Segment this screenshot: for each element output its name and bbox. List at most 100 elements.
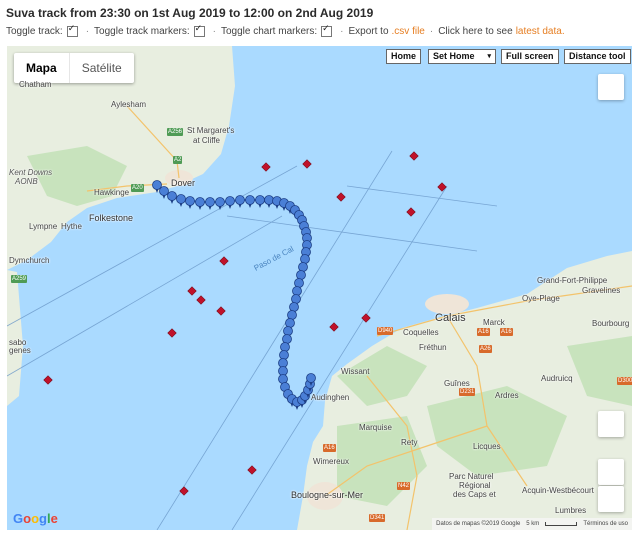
google-logo: Google <box>13 511 58 526</box>
scale-label: 5 km <box>526 521 540 527</box>
vessel-track <box>156 184 312 403</box>
chart-marker-diamond[interactable] <box>336 192 346 202</box>
zoom-out-icon[interactable] <box>598 486 624 512</box>
chart-marker-diamond[interactable] <box>247 465 257 475</box>
place-acquin: Acquin-Westbécourt <box>522 486 594 495</box>
distance-tool-button[interactable]: Distance tool <box>564 49 631 64</box>
scale-bar <box>545 522 578 526</box>
place-lumbres: Lumbres <box>555 506 587 515</box>
street-view-pegman-icon[interactable] <box>598 411 624 437</box>
place-aonb: AONB <box>15 177 38 186</box>
track-marker-pin[interactable] <box>205 197 215 211</box>
place-audinghen: Audinghen <box>311 393 350 402</box>
track-marker-pin[interactable] <box>195 197 205 211</box>
place-grand-fort-philippe: Grand-Fort-Philippe <box>537 276 608 285</box>
toggle-chart-markers-checkbox[interactable] <box>321 24 333 37</box>
toggle-track-markers-checkbox[interactable] <box>193 24 205 37</box>
chart-marker-diamond[interactable] <box>167 328 177 338</box>
road-a16-2: A16 <box>500 328 513 336</box>
road-a259: A259 <box>11 275 28 283</box>
chart-marker-diamond[interactable] <box>406 207 416 217</box>
place-marck: Marck <box>483 318 505 327</box>
place-coquelles: Coquelles <box>403 328 439 337</box>
page-title: Suva track from 23:30 on 1st Aug 2019 to… <box>6 6 374 20</box>
zoom-in-icon[interactable] <box>598 459 624 485</box>
road-d231: D231 <box>459 388 476 396</box>
toggle-chart-markers-label: Toggle chart markers: <box>220 26 318 37</box>
place-gravelines: Gravelines <box>582 286 621 295</box>
place-ardres: Ardres <box>495 391 519 400</box>
home-button[interactable]: Home <box>386 49 422 64</box>
place-bourbourg: Bourbourg <box>592 319 630 328</box>
place-oye-plage: Oye-Plage <box>522 294 560 303</box>
map-data-credit: Datos de mapas ©2019 Google <box>436 521 521 527</box>
place-kent-downs: Kent Downs <box>9 168 53 177</box>
place-calais: Calais <box>435 312 466 324</box>
toggle-track-checkbox[interactable] <box>66 24 78 37</box>
road-a2: A2 <box>173 156 183 164</box>
map-type-satellite-button[interactable]: Satélite <box>70 53 134 83</box>
place-boulogne: Boulogne-sur-Mer <box>291 490 364 500</box>
toggle-track-label: Toggle track: <box>6 26 63 37</box>
place-aylesham: Aylesham <box>111 100 146 109</box>
place-chatham: Chatham <box>19 80 52 89</box>
chevron-down-icon: ▾ <box>487 53 491 60</box>
road-a20: A20 <box>131 184 144 192</box>
set-home-dropdown[interactable]: Set Home ▾ <box>428 49 496 64</box>
road-d300: D300 <box>617 377 632 385</box>
place-frethun: Fréthun <box>419 343 447 352</box>
chart-marker-diamond[interactable] <box>179 486 189 496</box>
track-marker-pin[interactable] <box>215 197 225 211</box>
road-d940: D940 <box>377 327 394 335</box>
fullscreen-toggle-icon[interactable] <box>598 74 624 100</box>
track-marker-pin[interactable] <box>159 186 169 200</box>
chart-marker-diamond[interactable] <box>329 322 339 332</box>
road-n42: N42 <box>397 482 411 490</box>
full-screen-button[interactable]: Full screen <box>501 49 559 64</box>
place-parc-3: des Caps et <box>453 490 496 499</box>
track-marker-pin[interactable] <box>167 191 177 205</box>
map-canvas[interactable]: Mapa Satélite Home Set Home ▾ Full scree… <box>7 46 632 530</box>
road-a256: A256 <box>167 128 184 136</box>
set-home-label: Set Home <box>433 51 475 61</box>
chart-marker-diamond[interactable] <box>216 306 226 316</box>
track-marker-pin[interactable] <box>185 196 195 210</box>
chart-marker-diamond[interactable] <box>409 151 419 161</box>
place-hythe: Hythe <box>61 222 82 231</box>
chart-marker-diamond[interactable] <box>261 162 271 172</box>
place-wissant: Wissant <box>341 367 370 376</box>
track-marker-pin[interactable] <box>176 194 186 208</box>
track-marker-pin[interactable] <box>235 195 245 209</box>
road-a16-3: A16 <box>323 444 336 452</box>
place-parc-1: Parc Naturel <box>449 472 494 481</box>
track-markers <box>152 180 316 410</box>
toolbar: Toggle track: · Toggle track markers: · … <box>6 24 565 37</box>
place-guines: Guînes <box>444 379 470 388</box>
terms-link[interactable]: Términos de uso <box>583 518 628 530</box>
chart-marker-diamond[interactable] <box>187 286 197 296</box>
place-audruicq: Audruicq <box>541 374 573 383</box>
place-st-margarets: St Margaret's <box>187 126 235 135</box>
place-genes: genes <box>9 346 31 355</box>
track-marker-pin[interactable] <box>255 195 265 209</box>
chart-marker-diamond[interactable] <box>196 295 206 305</box>
chart-marker-diamond[interactable] <box>43 375 53 385</box>
map-type-control: Mapa Satélite <box>14 53 134 83</box>
toggle-track-markers-label: Toggle track markers: <box>94 26 190 37</box>
place-wimereux: Wimereux <box>313 457 350 466</box>
chart-marker-diamond[interactable] <box>302 159 312 169</box>
track-marker-pin[interactable] <box>245 195 255 209</box>
export-csv-link[interactable]: .csv file <box>392 26 425 37</box>
place-at-cliffe: at Cliffe <box>193 136 220 145</box>
road-a26: A26 <box>479 345 492 353</box>
place-hawkinge: Hawkinge <box>94 188 130 197</box>
latest-data-link[interactable]: latest data. <box>516 26 565 37</box>
map-type-map-button[interactable]: Mapa <box>14 53 70 83</box>
track-marker-pin[interactable] <box>264 195 274 209</box>
track-marker-pin[interactable] <box>225 196 235 210</box>
chart-marker-diamond[interactable] <box>219 256 229 266</box>
export-label: Export to <box>348 26 389 37</box>
place-licques: Licques <box>473 442 501 451</box>
place-parc-2: Régional <box>459 481 491 490</box>
road-d341: D341 <box>369 514 386 522</box>
